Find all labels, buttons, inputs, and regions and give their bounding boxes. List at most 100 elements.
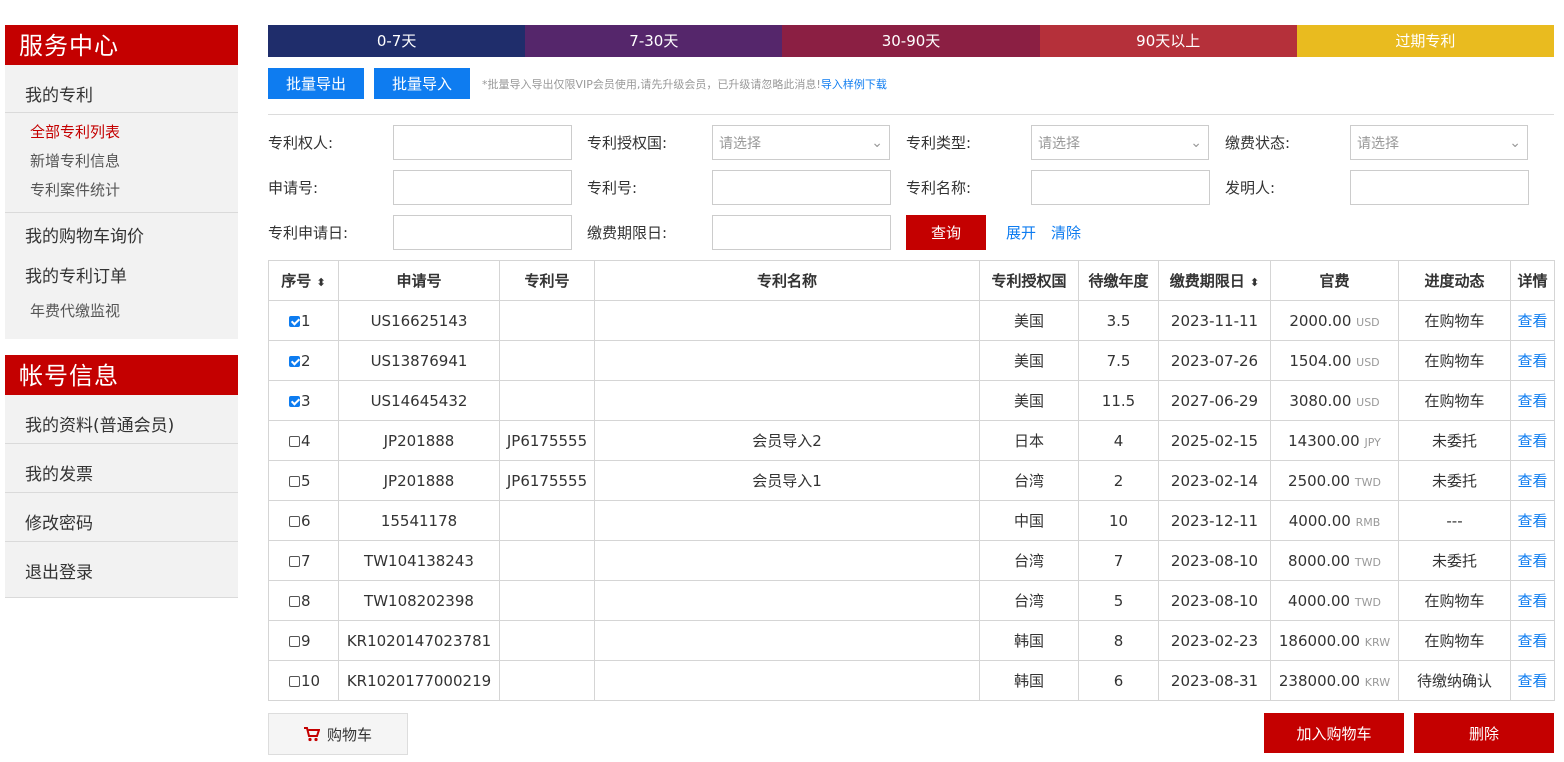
view-link[interactable]: 查看 [1517,672,1547,690]
expand-link[interactable]: 展开 [1006,222,1036,243]
table-header-row: 序号 ⬍ 申请号 专利号 专利名称 专利授权国 待缴年度 缴费期限日 ⬍ 官费 … [268,260,1555,301]
row-index: 4 [301,431,311,450]
row-index: 9 [301,631,311,650]
country-cell: 韩国 [979,620,1079,661]
chevron-down-icon: ⌄ [871,134,883,151]
official-fee-cell: 2000.00 USD [1270,300,1399,341]
row-checkbox[interactable] [289,435,300,447]
patent-no-cell [499,660,595,701]
view-link[interactable]: 查看 [1517,512,1547,530]
sidebar-item-all-patents[interactable]: 全部专利列表 [5,118,238,147]
app-date-input[interactable] [393,215,572,250]
view-link[interactable]: 查看 [1517,552,1547,570]
view-link[interactable]: 查看 [1517,392,1547,410]
add-to-cart-button[interactable]: 加入购物车 [1264,713,1404,753]
patent-name-input[interactable] [1031,170,1210,205]
col-header-index[interactable]: 序号 ⬍ [268,260,339,301]
sidebar-item-my-profile[interactable]: 我的资料(普通会员) [5,395,238,444]
view-link[interactable]: 查看 [1517,312,1547,330]
patent-no-cell [499,340,595,381]
row-checkbox[interactable] [289,675,300,687]
col-header-deadline[interactable]: 缴费期限日 ⬍ [1158,260,1271,301]
app-no-input[interactable] [393,170,572,205]
service-center-title: 服务中心 [5,25,238,65]
holder-input[interactable] [393,125,572,160]
row-index: 5 [301,471,311,490]
row-checkbox[interactable] [289,475,300,487]
other-menu: 我的购物车询价 我的专利订单 年费代缴监视 [5,213,238,339]
stage-tab-0-7-days[interactable]: 0-7天 [268,25,526,57]
table-row: 4 JP201888 JP6175555 会员导入2 日本 4 2025-02-15 1430… [268,420,1555,461]
sidebar-item-change-password[interactable]: 修改密码 [5,493,238,542]
row-index: 6 [301,511,311,530]
official-fee-cell: 238000.00 KRW [1270,660,1399,701]
row-index: 2 [301,351,311,370]
stage-tab-30-90-days[interactable]: 30-90天 [782,25,1040,57]
row-checkbox[interactable] [289,555,300,567]
clear-link[interactable]: 清除 [1051,222,1081,243]
sidebar-item-add-patent[interactable]: 新增专利信息 [5,147,238,176]
view-link[interactable]: 查看 [1517,472,1547,490]
batch-import-button[interactable]: 批量导入 [374,68,471,99]
batch-toolbar: 批量导出 批量导入 *批量导入导出仅限VIP会员使用,请先升级会员，已升级请忽略… [268,67,1554,100]
pending-year-cell: 7 [1078,540,1159,581]
divider [268,114,1554,115]
app-no-label: 申请号: [268,179,319,197]
pending-year-cell: 3.5 [1078,300,1159,341]
patent-no-input[interactable] [712,170,891,205]
row-checkbox[interactable] [289,515,300,527]
app-no-cell: JP201888 [338,460,500,501]
deadline-cell: 2023-02-14 [1158,460,1271,501]
sidebar-item-patent-stats[interactable]: 专利案件统计 [5,176,238,205]
batch-export-button[interactable]: 批量导出 [268,68,365,99]
view-link[interactable]: 查看 [1517,632,1547,650]
stage-tab-over-90-days[interactable]: 90天以上 [1039,25,1297,57]
row-checkbox[interactable] [289,355,300,367]
sidebar-item-my-invoices[interactable]: 我的发票 [5,444,238,493]
sidebar-item-logout[interactable]: 退出登录 [5,542,238,598]
view-link[interactable]: 查看 [1517,432,1547,450]
fee-status-select-value: 请选择 [1357,135,1399,152]
stage-tab-expired[interactable]: 过期专利 [1296,25,1555,57]
cart-button[interactable]: 购物车 [268,713,408,755]
table-row: 5 JP201888 JP6175555 会员导入1 台湾 2 2023-02-14 2500… [268,460,1555,501]
patent-no-cell [499,540,595,581]
patent-name-cell [594,300,980,341]
bottom-actions: 购物车 加入购物车 删除 [268,713,1554,755]
sample-download-link[interactable]: 导入样例下载 [821,78,887,91]
query-button[interactable]: 查询 [906,215,986,250]
pending-year-cell: 6 [1078,660,1159,701]
patent-table: 序号 ⬍ 申请号 专利号 专利名称 专利授权国 待缴年度 缴费期限日 ⬍ 官费 … [268,260,1555,701]
stage-tab-7-30-days[interactable]: 7-30天 [525,25,783,57]
deadline-input[interactable] [712,215,891,250]
view-link[interactable]: 查看 [1517,352,1547,370]
row-checkbox[interactable] [289,395,300,407]
col-header-country: 专利授权国 [979,260,1079,301]
filter-form: 专利权人: 专利授权国: 请选择 ⌄ 专利类型: 请选择 ⌄ 缴费状态: 请选择 ⌄ 申请号… [268,125,1554,250]
inventor-input[interactable] [1350,170,1529,205]
country-cell: 台湾 [979,580,1079,621]
col-header-progress: 进度动态 [1398,260,1511,301]
row-index: 8 [301,591,311,610]
holder-label: 专利权人: [268,134,334,152]
view-link[interactable]: 查看 [1517,592,1547,610]
sidebar-item-cart-inquiry[interactable]: 我的购物车询价 [5,217,238,257]
row-index-cell: 3 [268,380,339,421]
country-cell: 中国 [979,500,1079,541]
table-row: 8 TW108202398 台湾 5 2023-08-10 4000.00 TWD 在购物车… [268,580,1555,621]
type-select[interactable]: 请选择 ⌄ [1031,125,1209,160]
country-select-value: 请选择 [719,135,761,152]
sidebar: 服务中心 我的专利 全部专利列表 新增专利信息 专利案件统计 我的购物车询价 我… [5,25,238,598]
sidebar-item-patent-orders[interactable]: 我的专利订单 [5,257,238,297]
country-select[interactable]: 请选择 ⌄ [712,125,890,160]
delete-button[interactable]: 删除 [1414,713,1554,753]
row-checkbox[interactable] [289,635,300,647]
row-checkbox[interactable] [289,315,300,327]
sidebar-item-annual-monitor[interactable]: 年费代缴监视 [5,297,238,339]
progress-cell: 在购物车 [1398,620,1511,661]
fee-status-select[interactable]: 请选择 ⌄ [1350,125,1528,160]
deadline-cell: 2023-11-11 [1158,300,1271,341]
sidebar-item-my-patents[interactable]: 我的专利 [5,65,238,113]
row-index-cell: 6 [268,500,339,541]
row-checkbox[interactable] [289,595,300,607]
